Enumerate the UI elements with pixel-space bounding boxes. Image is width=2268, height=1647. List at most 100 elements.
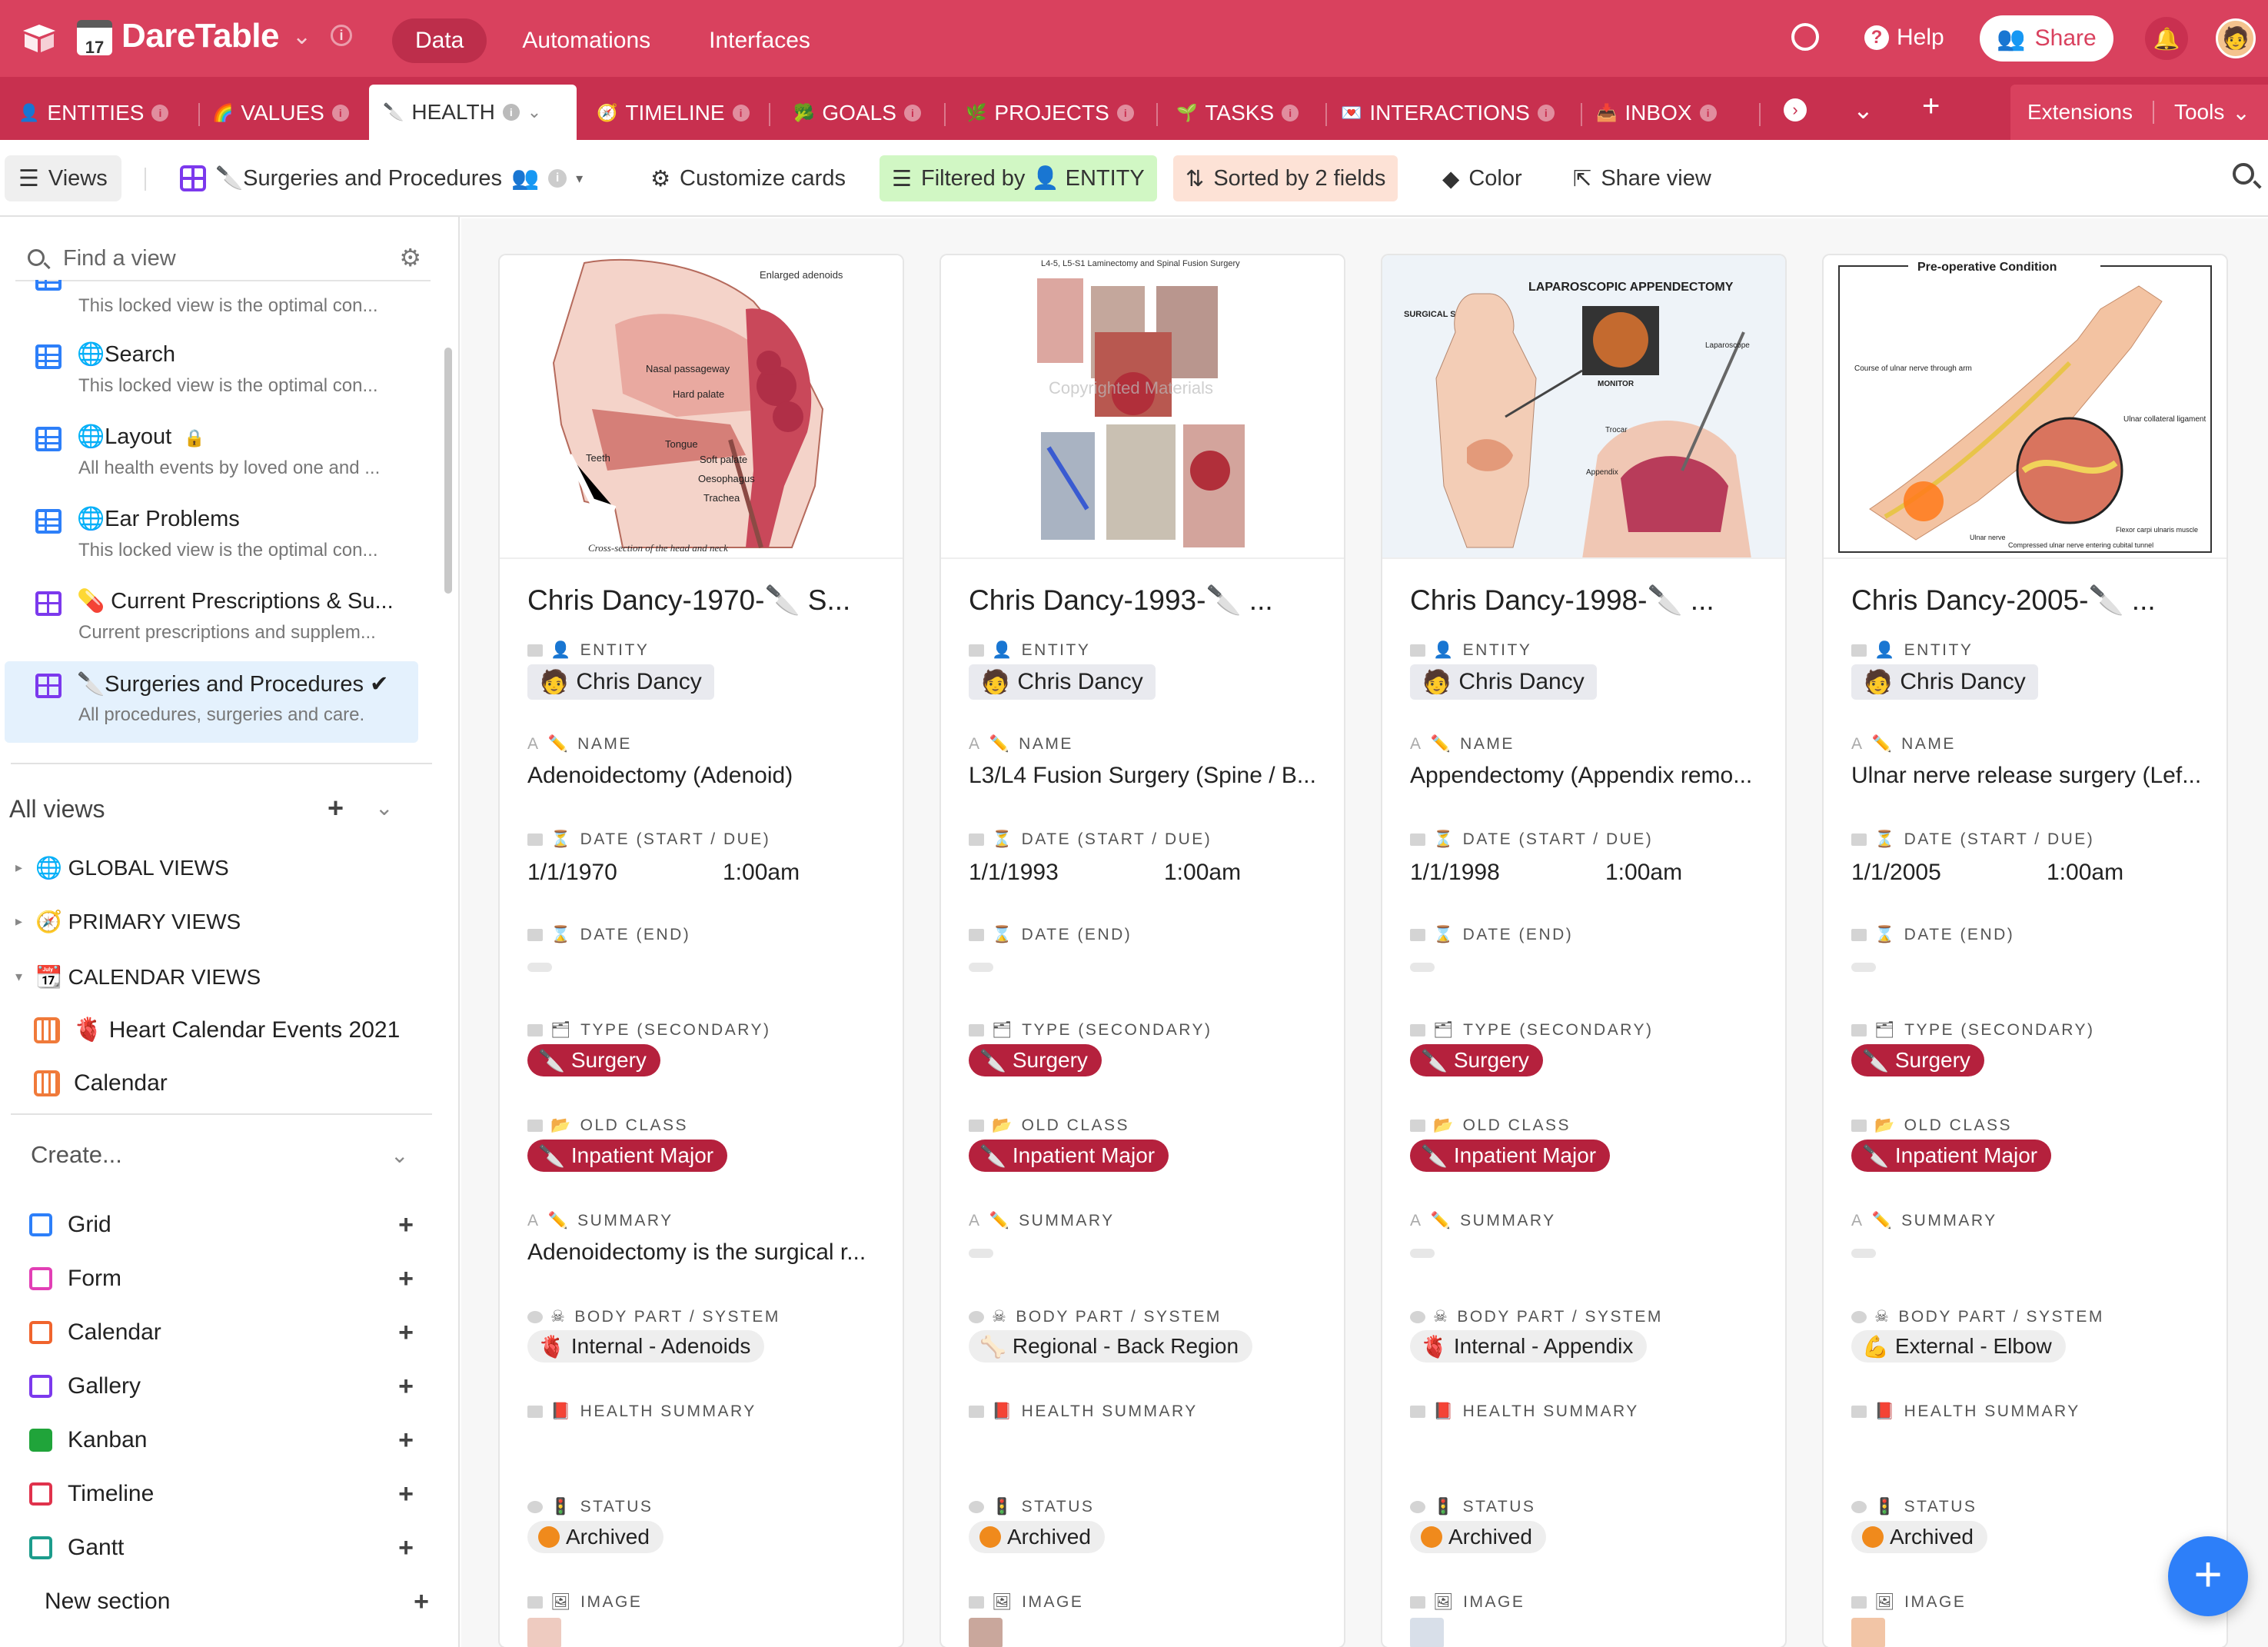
view-name: Calendar <box>74 1070 168 1096</box>
info-icon[interactable]: i <box>331 105 349 121</box>
entity-chip[interactable]: 🧑 Chris Dancy <box>527 664 714 700</box>
view-item-search[interactable]: 🌐Search This locked view is the optimal … <box>5 332 418 414</box>
create-kanban-button[interactable]: Kanban + <box>29 1421 429 1459</box>
customize-cards-button[interactable]: ⚙ Customize cards <box>638 155 858 201</box>
avatar[interactable]: 🧑 <box>2216 18 2256 58</box>
field-label-health-summary: 📕 HEALTH SUMMARY <box>1410 1402 1639 1421</box>
view-name: 🌐Search <box>77 342 175 367</box>
tab-timeline[interactable]: 🧭 TIMELINE i <box>583 86 763 140</box>
empty-value <box>1410 1249 1435 1258</box>
search-icon[interactable] <box>2233 163 2254 185</box>
tab-tasks[interactable]: 🌱 TASKS i <box>1162 86 1312 140</box>
nav-data[interactable]: Data <box>392 18 487 63</box>
image-thumbnail[interactable] <box>969 1618 1003 1647</box>
notification-bell-icon[interactable]: 🔔 <box>2145 17 2188 60</box>
section-calendar-views[interactable]: ▾ 📆 CALENDAR VIEWS <box>15 964 261 990</box>
more-tabs-icon[interactable]: › <box>1784 98 1807 121</box>
tab-projects[interactable]: 🌿 PROJECTS i <box>952 86 1148 140</box>
chevron-down-icon[interactable]: ⌄ <box>527 102 541 122</box>
tab-interactions[interactable]: 💌 INTERACTIONS i <box>1327 86 1568 140</box>
gallery-card[interactable]: L4-5, L5-S1 Laminectomy and Spinal Fusio… <box>941 255 1344 1647</box>
history-icon[interactable] <box>1791 23 1819 51</box>
view-item[interactable]: This locked view is the optimal con... <box>5 280 418 326</box>
tab-health[interactable]: 🔪 HEALTH i ⌄ <box>369 85 577 140</box>
help-button[interactable]: ? Help <box>1864 25 1944 51</box>
info-icon[interactable]: i <box>1537 105 1555 121</box>
sidebar-scrollbar[interactable] <box>444 348 452 594</box>
view-item-current-prescriptions[interactable]: 💊 Current Prescriptions & Su... Current … <box>5 579 418 660</box>
person-icon: 👤 <box>1874 641 1897 659</box>
info-icon[interactable]: i <box>1116 105 1134 121</box>
info-icon[interactable]: i <box>732 105 750 121</box>
chevron-down-icon[interactable]: ⌄ <box>2232 100 2250 125</box>
card-cover-image[interactable]: Pre-operative Condition Course of ulnar … <box>1824 255 2226 559</box>
image-thumbnail[interactable] <box>527 1618 561 1647</box>
info-icon[interactable]: i <box>1282 105 1299 121</box>
create-grid-button[interactable]: Grid + <box>29 1206 429 1244</box>
tab-entities[interactable]: 👤 ENTITIES i <box>5 86 182 140</box>
field-label-summary: A ✏️ SUMMARY <box>969 1212 1115 1230</box>
all-tables-chevron-icon[interactable]: ⌄ <box>1853 95 1874 125</box>
entity-chip[interactable]: 🧑 Chris Dancy <box>1410 664 1597 700</box>
gear-icon[interactable]: ⚙ <box>399 243 421 272</box>
view-item-calendar[interactable]: Calendar <box>34 1070 168 1096</box>
chevron-down-icon[interactable]: ⌄ <box>375 795 393 820</box>
image-thumbnail[interactable] <box>1851 1618 1885 1647</box>
info-icon[interactable]: i <box>331 25 352 46</box>
create-gantt-button[interactable]: Gantt + <box>29 1529 429 1567</box>
tools-button[interactable]: Tools <box>2174 100 2224 125</box>
color-button[interactable]: ◆ Color <box>1430 155 1535 201</box>
app-logo-icon[interactable] <box>22 23 57 54</box>
create-form-button[interactable]: Form + <box>29 1259 429 1298</box>
tab-label: INTERACTIONS <box>1369 101 1530 125</box>
view-item-layout[interactable]: 🌐Layout 🔒 All health events by loved one… <box>5 414 418 496</box>
notebook-icon: 📕 <box>550 1402 573 1420</box>
extensions-button[interactable]: Extensions <box>2027 100 2133 125</box>
view-item-ear-problems[interactable]: 🌐Ear Problems This locked view is the op… <box>5 497 418 578</box>
tab-values[interactable]: 🌈 VALUES i <box>198 86 363 140</box>
card-cover-image[interactable]: L4-5, L5-S1 Laminectomy and Spinal Fusio… <box>941 255 1344 559</box>
app-title[interactable]: DareTable <box>121 17 280 55</box>
add-record-button[interactable]: + <box>2168 1536 2248 1616</box>
gallery-card[interactable]: Enlarged adenoids Nasal passageway Hard … <box>500 255 903 1647</box>
notebook-icon: 📕 <box>1874 1402 1897 1420</box>
gallery-card[interactable]: LAPAROSCOPIC APPENDECTOMY SURGICAL SET-U… <box>1382 255 1785 1647</box>
view-item-heart-calendar[interactable]: 🫀 Heart Calendar Events 2021 <box>34 1016 400 1043</box>
share-view-button[interactable]: ⇱ Share view <box>1561 155 1724 201</box>
share-button[interactable]: 👥 Share <box>1980 15 2113 62</box>
info-icon[interactable]: i <box>1699 105 1717 121</box>
card-cover-image[interactable]: LAPAROSCOPIC APPENDECTOMY SURGICAL SET-U… <box>1382 255 1785 559</box>
nav-interfaces[interactable]: Interfaces <box>686 18 833 63</box>
create-timeline-button[interactable]: Timeline + <box>29 1475 429 1513</box>
info-icon[interactable]: i <box>548 169 567 188</box>
create-heading[interactable]: Create... <box>31 1141 122 1169</box>
tab-inbox[interactable]: 📥 INBOX i <box>1582 86 1731 140</box>
entity-chip[interactable]: 🧑 Chris Dancy <box>1851 664 2038 700</box>
add-table-icon[interactable]: + <box>1922 89 1940 124</box>
tab-goals[interactable]: 🥦 GOALS i <box>780 86 935 140</box>
nav-automations[interactable]: Automations <box>499 18 673 63</box>
card-cover-image[interactable]: Enlarged adenoids Nasal passageway Hard … <box>500 255 903 559</box>
info-icon[interactable]: i <box>903 105 921 121</box>
views-toggle-button[interactable]: ☰ Views <box>5 155 121 201</box>
chevron-down-icon[interactable]: ▾ <box>576 171 583 187</box>
entity-chip[interactable]: 🧑 Chris Dancy <box>969 664 1156 700</box>
image-thumbnail[interactable] <box>1410 1618 1444 1647</box>
traffic-light-icon: 🚦 <box>1874 1498 1897 1516</box>
info-icon[interactable]: i <box>151 105 169 121</box>
info-icon[interactable]: i <box>502 104 520 121</box>
section-global-views[interactable]: ▸ 🌐 GLOBAL VIEWS <box>15 855 229 880</box>
filter-button[interactable]: ☰ Filtered by 👤 ENTITY <box>880 155 1157 201</box>
section-primary-views[interactable]: ▸ 🧭 PRIMARY VIEWS <box>15 909 241 934</box>
new-section-button[interactable]: New section + <box>45 1582 429 1621</box>
chevron-down-icon[interactable]: ⌄ <box>292 23 311 50</box>
view-item-surgeries-and-procedures[interactable]: 🔪Surgeries and Procedures ✔ All procedur… <box>5 661 418 743</box>
add-view-icon[interactable]: + <box>328 792 344 824</box>
gallery-card[interactable]: Pre-operative Condition Course of ulnar … <box>1824 255 2226 1647</box>
sort-button[interactable]: ⇅ Sorted by 2 fields <box>1173 155 1398 201</box>
find-view-input[interactable]: Find a view ⚙ <box>15 238 431 281</box>
create-gallery-button[interactable]: Gallery + <box>29 1367 429 1406</box>
create-calendar-button[interactable]: Calendar + <box>29 1313 429 1352</box>
current-view-button[interactable]: 🔪Surgeries and Procedures 👥 i ▾ <box>168 155 595 201</box>
chevron-down-icon[interactable]: ⌄ <box>391 1143 408 1168</box>
